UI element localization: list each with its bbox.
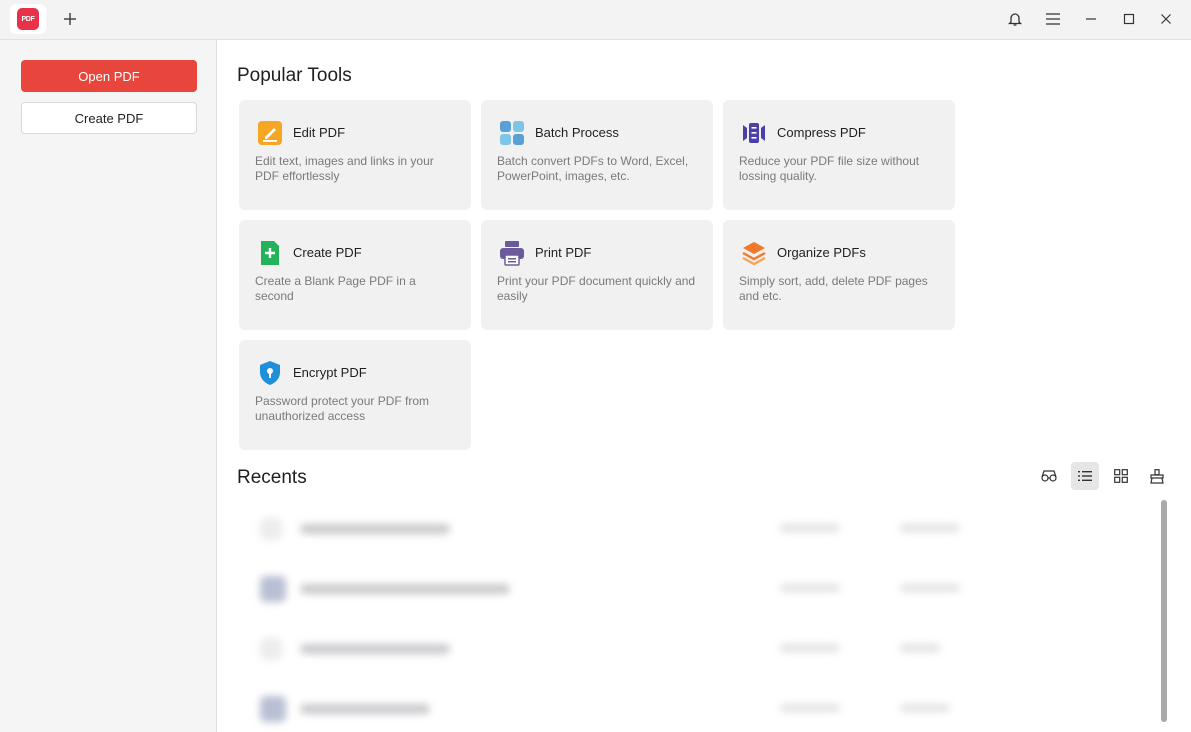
- menu-icon: [1046, 13, 1060, 25]
- recents-title: Recents: [237, 467, 307, 488]
- minimize-button[interactable]: [1078, 7, 1104, 31]
- tool-description: Batch convert PDFs to Word, Excel, Power…: [497, 154, 689, 183]
- menu-button[interactable]: [1040, 7, 1066, 31]
- tool-title: Batch Process: [535, 125, 619, 140]
- tool-description: Simply sort, add, delete PDF pages and e…: [739, 274, 928, 303]
- close-button[interactable]: [1153, 7, 1179, 31]
- tool-card-edit-pdf[interactable]: Edit PDF Edit text, images and links in …: [239, 100, 471, 210]
- open-pdf-button[interactable]: Open PDF: [21, 60, 197, 92]
- clean-icon: [1150, 468, 1164, 484]
- tool-title: Print PDF: [535, 245, 592, 260]
- grid-view-icon: [1114, 469, 1128, 483]
- list-view-button[interactable]: [1071, 462, 1099, 490]
- maximize-icon: [1123, 13, 1135, 25]
- compress-icon: [743, 123, 765, 143]
- plus-icon: [64, 13, 76, 25]
- sidebar: Open PDF Create PDF: [0, 40, 217, 732]
- bell-icon: [1007, 13, 1023, 26]
- app-logo-text: PDF: [21, 15, 35, 23]
- tool-card-encrypt-pdf[interactable]: Encrypt PDF Password protect your PDF fr…: [239, 340, 471, 450]
- batch-grid-icon: [500, 121, 524, 145]
- tool-title: Encrypt PDF: [293, 365, 367, 380]
- tool-title: Compress PDF: [777, 125, 866, 140]
- layers-icon: [742, 242, 766, 266]
- app-logo-icon: PDF: [17, 8, 39, 30]
- printer-icon: [500, 241, 524, 266]
- list-item[interactable]: [250, 570, 990, 610]
- tool-description: Edit text, images and links in your PDF …: [255, 154, 434, 183]
- new-tab-button[interactable]: [58, 7, 82, 31]
- shield-lock-icon: [260, 361, 280, 385]
- tool-description: Password protect your PDF from unauthori…: [255, 394, 430, 423]
- popular-tools-title: Popular Tools: [237, 65, 352, 86]
- grid-view-button[interactable]: [1107, 462, 1135, 490]
- tool-description: Print your PDF document quickly and easi…: [497, 274, 696, 303]
- glasses-icon: [1041, 470, 1057, 482]
- create-pdf-button[interactable]: Create PDF: [21, 102, 197, 134]
- maximize-button[interactable]: [1116, 7, 1142, 31]
- list-item[interactable]: [250, 630, 990, 670]
- list-item[interactable]: [250, 690, 990, 730]
- notifications-button[interactable]: [1002, 7, 1028, 31]
- list-item[interactable]: [250, 510, 990, 550]
- close-icon: [1161, 14, 1171, 24]
- clear-history-button[interactable]: [1143, 462, 1171, 490]
- edit-pencil-icon: [258, 121, 282, 145]
- tool-card-compress-pdf[interactable]: Compress PDF Reduce your PDF file size w…: [723, 100, 955, 210]
- create-plus-icon: [261, 241, 279, 265]
- recents-scrollbar[interactable]: [1161, 500, 1167, 722]
- title-bar: PDF: [0, 0, 1191, 40]
- tool-description: Create a Blank Page PDF in a second: [255, 274, 416, 303]
- tool-card-organize-pdfs[interactable]: Organize PDFs Simply sort, add, delete P…: [723, 220, 955, 330]
- tool-title: Create PDF: [293, 245, 362, 260]
- app-tab[interactable]: PDF: [10, 4, 46, 34]
- list-view-icon: [1078, 471, 1092, 481]
- tool-card-print-pdf[interactable]: Print PDF Print your PDF document quickl…: [481, 220, 713, 330]
- tool-title: Edit PDF: [293, 125, 346, 140]
- tool-card-batch-process[interactable]: Batch Process Batch convert PDFs to Word…: [481, 100, 713, 210]
- tool-card-create-pdf[interactable]: Create PDF Create a Blank Page PDF in a …: [239, 220, 471, 330]
- reading-view-button[interactable]: [1035, 462, 1063, 490]
- tool-title: Organize PDFs: [777, 245, 866, 260]
- minimize-icon: [1086, 18, 1096, 20]
- tool-description: Reduce your PDF file size without lossin…: [739, 154, 920, 183]
